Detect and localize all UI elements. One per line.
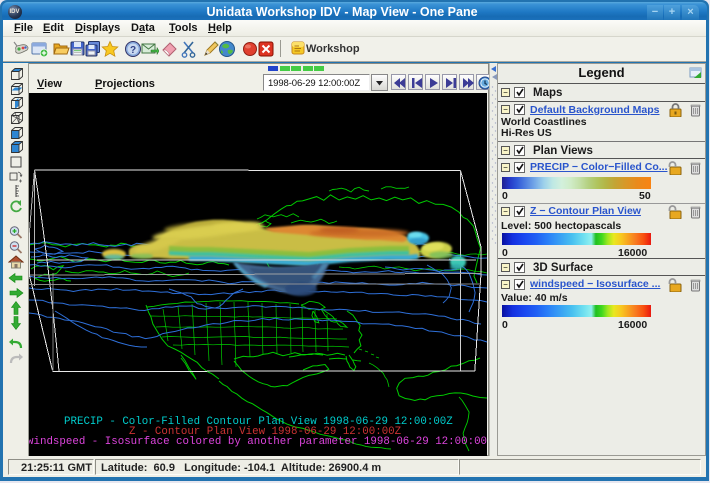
svg-text:windspeed - Isosurface colored: windspeed - Isosurface colored by anothe…: [29, 436, 487, 448]
svg-text:?: ?: [130, 45, 136, 56]
